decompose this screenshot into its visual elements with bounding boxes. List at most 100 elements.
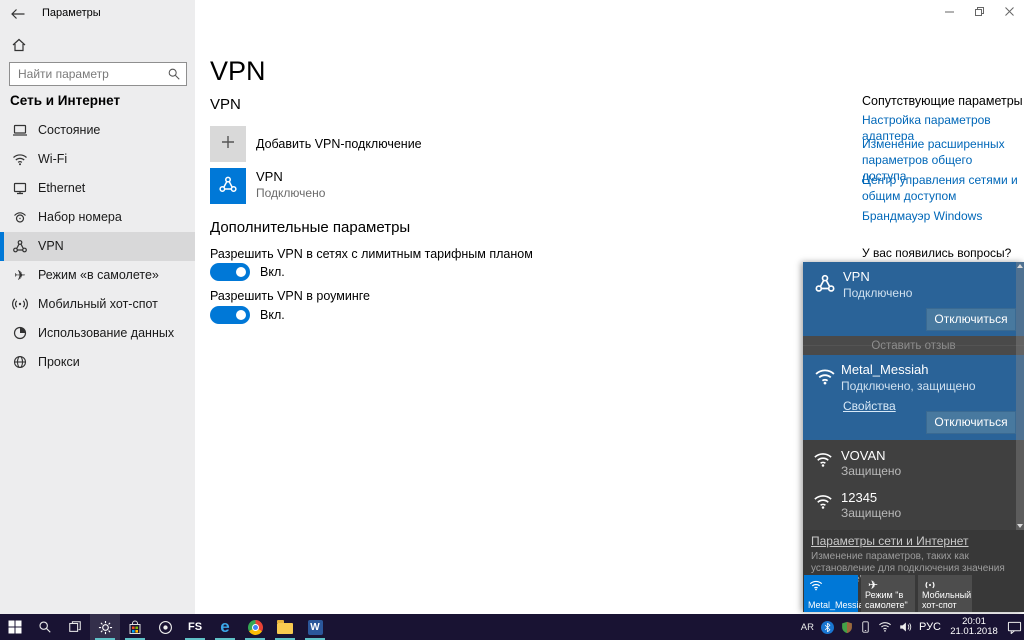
flyout-vpn-name: VPN: [843, 269, 870, 284]
dialup-icon: [12, 209, 28, 225]
wifi-icon: [12, 151, 28, 167]
tray-wifi-icon[interactable]: [878, 621, 892, 633]
home-icon[interactable]: [11, 37, 27, 58]
sidebar-item-label: Набор номера: [38, 210, 122, 224]
network-settings-link[interactable]: Параметры сети и Интернет: [811, 534, 969, 548]
tile-mobile-hotspot[interactable]: Мобильный хот-спот: [918, 575, 972, 612]
vpn-icon: [218, 174, 238, 199]
sidebar-item-label: Ethernet: [38, 181, 86, 195]
wifi-icon: [814, 365, 836, 387]
bluetooth-icon[interactable]: [820, 620, 834, 634]
toggle-roaming[interactable]: [210, 306, 250, 324]
network-list-item[interactable]: VOVAN Защищено: [803, 444, 1024, 486]
search-icon[interactable]: [167, 67, 181, 86]
chrome-icon[interactable]: [240, 614, 270, 640]
start-button[interactable]: [0, 614, 30, 640]
scroll-up-icon[interactable]: [1017, 264, 1023, 268]
vpn-connection-item[interactable]: [210, 168, 246, 204]
close-button[interactable]: [994, 0, 1024, 22]
tile-airplane-mode[interactable]: ✈ Режим "в самолете": [861, 575, 915, 612]
flyout-vpn-status: Подключено: [843, 286, 913, 300]
desktop: Параметры Сеть и Интернет Состояние Wi-F…: [0, 0, 1024, 640]
search-input[interactable]: [10, 63, 162, 85]
advanced-section-title: Дополнительные параметры: [210, 219, 411, 236]
record-app-icon[interactable]: [150, 614, 180, 640]
antivirus-icon[interactable]: [841, 621, 853, 634]
sidebar-item-ethernet[interactable]: Ethernet: [0, 174, 195, 203]
network-name: 12345: [841, 490, 878, 505]
add-vpn-button[interactable]: [210, 126, 246, 162]
vpn-icon: [12, 238, 28, 254]
task-view-icon[interactable]: [60, 614, 90, 640]
flyout-scrollbar[interactable]: [1016, 262, 1024, 530]
link-firewall[interactable]: Брандмауэр Windows: [862, 208, 1018, 224]
page-title: VPN: [210, 56, 266, 86]
dimmed-feedback-text: Оставить отзыв: [803, 336, 1024, 355]
data-usage-icon: [12, 325, 28, 341]
network-list-item[interactable]: 12345 Защищено: [803, 486, 1024, 528]
language-indicator[interactable]: РУС: [919, 621, 941, 633]
network-name: VOVAN: [841, 448, 886, 463]
vpn-connection-status: Подключено: [256, 186, 326, 200]
network-status: Защищено: [841, 506, 902, 520]
vpn-connection-name: VPN: [256, 169, 283, 184]
vpn-icon: [814, 272, 836, 294]
taskbar-clock[interactable]: 20:01 21.01.2018: [948, 616, 1000, 638]
toggle-metered-label: Разрешить VPN в сетях с лимитным тарифны…: [210, 247, 533, 261]
taskbar-search-icon[interactable]: [30, 614, 60, 640]
sidebar-item-wifi[interactable]: Wi-Fi: [0, 145, 195, 174]
wifi-disconnect-button[interactable]: Отключиться: [926, 411, 1016, 434]
link-network-center[interactable]: Центр управления сетями и общим доступом: [862, 172, 1018, 204]
restore-button[interactable]: [964, 0, 994, 22]
tile-label: Мобильный хот-спот: [922, 590, 972, 610]
wifi-icon: [813, 449, 833, 469]
tile-wifi[interactable]: Metal_Messiah: [804, 575, 869, 612]
store-icon[interactable]: [120, 614, 150, 640]
flyout-vpn-item[interactable]: VPN Подключено Отключиться: [803, 262, 1024, 336]
sidebar-item-dialup[interactable]: Набор номера: [0, 203, 195, 232]
word-icon[interactable]: W: [300, 614, 330, 640]
sidebar-item-label: Состояние: [38, 123, 101, 137]
faststone-icon[interactable]: FS: [180, 614, 210, 640]
flyout-wifi-connected-item[interactable]: Metal_Messiah Подключено, защищено Свойс…: [803, 355, 1024, 440]
action-center-icon[interactable]: [1007, 620, 1022, 634]
sidebar-item-label: VPN: [38, 239, 64, 253]
edge-icon[interactable]: e: [210, 614, 240, 640]
wifi-icon: [813, 491, 833, 511]
vpn-disconnect-button[interactable]: Отключиться: [926, 308, 1016, 331]
sidebar-item-status[interactable]: Состояние: [0, 116, 195, 145]
minimize-button[interactable]: [934, 0, 964, 22]
volume-icon[interactable]: [899, 621, 912, 633]
file-explorer-icon[interactable]: [270, 614, 300, 640]
sidebar-item-label: Мобильный хот-спот: [38, 297, 158, 311]
airplane-icon: ✈: [14, 267, 26, 283]
proxy-icon: [12, 354, 28, 370]
wifi-icon: [809, 578, 823, 592]
taskbar-settings-icon[interactable]: [90, 614, 120, 640]
flyout-wifi-name: Metal_Messiah: [841, 362, 929, 377]
toggle-roaming-state: Вкл.: [260, 308, 285, 322]
sidebar-item-data-usage[interactable]: Использование данных: [0, 319, 195, 348]
scroll-down-icon[interactable]: [1017, 524, 1023, 528]
toggle-metered[interactable]: [210, 263, 250, 281]
network-flyout: VPN Подключено Отключиться Оставить отзы…: [803, 262, 1024, 612]
system-tray: AR РУС 20:01 21.01.2018: [801, 614, 1022, 640]
sidebar-item-proxy[interactable]: Прокси: [0, 348, 195, 377]
ethernet-icon: [12, 180, 28, 196]
sidebar-item-hotspot[interactable]: Мобильный хот-спот: [0, 290, 195, 319]
wifi-properties-link[interactable]: Свойства: [843, 399, 896, 413]
sidebar-item-label: Wi-Fi: [38, 152, 68, 166]
tile-label: Режим "в самолете": [865, 590, 908, 610]
tray-app-icon[interactable]: AR: [801, 622, 814, 633]
sidebar-item-vpn[interactable]: VPN: [0, 232, 195, 261]
questions-text: У вас появились вопросы?: [862, 246, 1012, 260]
sidebar-item-airplane-mode[interactable]: ✈ Режим «в самолете»: [0, 261, 195, 290]
back-icon[interactable]: [10, 6, 28, 22]
add-vpn-label[interactable]: Добавить VPN-подключение: [256, 137, 422, 151]
phone-icon[interactable]: [860, 620, 871, 634]
titlebar: Параметры: [0, 0, 195, 30]
flyout-wifi-status: Подключено, защищено: [841, 379, 976, 393]
network-status: Защищено: [841, 464, 902, 478]
flyout-footer: Параметры сети и Интернет Изменение пара…: [803, 530, 1024, 612]
window-controls: [934, 0, 1024, 22]
